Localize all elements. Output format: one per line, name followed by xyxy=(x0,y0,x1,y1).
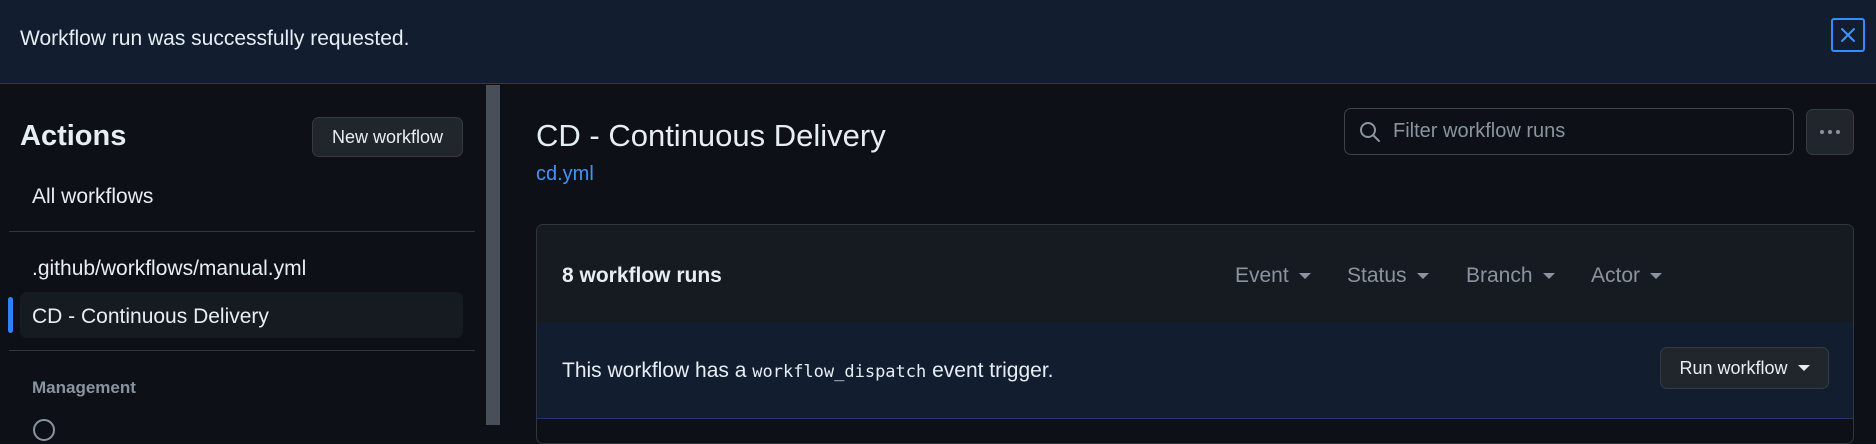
filter-workflow-runs-input[interactable] xyxy=(1393,109,1783,154)
run-workflow-label: Run workflow xyxy=(1679,357,1788,378)
flash-message: Workflow run was successfully requested. xyxy=(20,27,410,50)
filter-label: Actor xyxy=(1591,264,1641,287)
page-title: CD - Continuous Delivery xyxy=(536,118,886,153)
sidebar-section-management: Management xyxy=(32,378,136,397)
sidebar-item-all-workflows[interactable]: All workflows xyxy=(32,185,153,209)
filter-status-dropdown[interactable]: Status xyxy=(1347,264,1429,288)
more-options-button[interactable] xyxy=(1806,109,1854,155)
search-icon xyxy=(1360,122,1380,142)
runs-count: 8 workflow runs xyxy=(562,264,722,287)
caret-down-icon xyxy=(1542,273,1555,279)
sidebar-divider xyxy=(9,231,475,232)
kebab-horizontal-icon xyxy=(1820,130,1824,134)
sidebar-item-manual-yml[interactable]: .github/workflows/manual.yml xyxy=(32,257,306,281)
caret-down-icon xyxy=(1650,273,1663,279)
flash-banner: Workflow run was successfully requested. xyxy=(0,0,1876,84)
dispatch-message: This workflow has a workflow_dispatch ev… xyxy=(562,359,1054,383)
filter-branch-dropdown[interactable]: Branch xyxy=(1466,264,1555,288)
sidebar-item-label: CD - Continuous Delivery xyxy=(32,305,269,328)
workflow-file-link[interactable]: cd.yml xyxy=(536,163,594,186)
active-indicator xyxy=(8,297,13,333)
dispatch-code: workflow_dispatch xyxy=(752,362,927,382)
caret-down-icon xyxy=(1298,273,1311,279)
close-icon xyxy=(1841,28,1855,42)
filter-actor-dropdown[interactable]: Actor xyxy=(1591,264,1663,288)
caret-down-icon xyxy=(1797,365,1810,371)
sidebar-scrollbar[interactable] xyxy=(486,85,500,425)
dispatch-suffix: event trigger. xyxy=(932,359,1054,382)
filter-label: Event xyxy=(1235,264,1289,287)
run-workflow-button[interactable]: Run workflow xyxy=(1660,347,1829,389)
filter-search-box xyxy=(1344,108,1794,155)
flash-close-button[interactable] xyxy=(1831,18,1865,52)
workflow-dispatch-banner: This workflow has a workflow_dispatch ev… xyxy=(537,322,1853,419)
sidebar-title: Actions xyxy=(20,120,127,152)
new-workflow-button[interactable]: New workflow xyxy=(312,117,463,157)
filter-event-dropdown[interactable]: Event xyxy=(1235,264,1311,288)
caret-down-icon xyxy=(1416,273,1429,279)
workflow-runs-header: 8 workflow runs Event Status Branch Acto… xyxy=(537,225,1853,323)
sidebar-divider xyxy=(9,350,475,351)
filter-label: Branch xyxy=(1466,264,1533,287)
management-item-icon xyxy=(33,419,55,441)
filter-label: Status xyxy=(1347,264,1407,287)
workflow-runs-panel: 8 workflow runs Event Status Branch Acto… xyxy=(536,224,1854,444)
dispatch-prefix: This workflow has a xyxy=(562,359,747,382)
